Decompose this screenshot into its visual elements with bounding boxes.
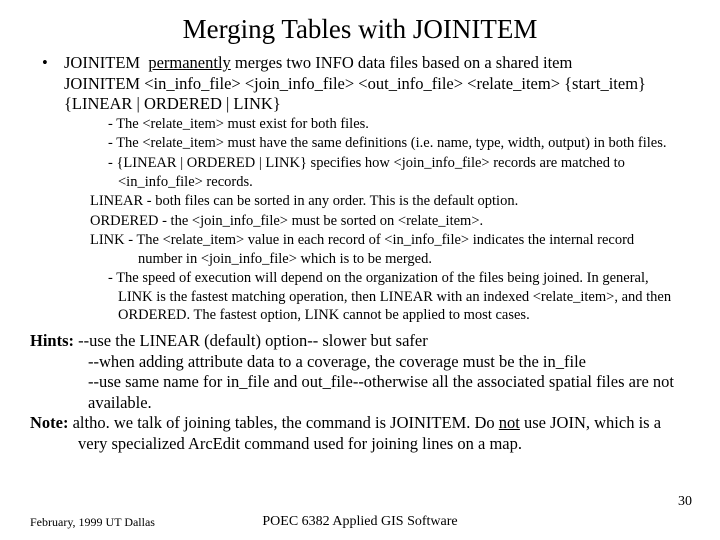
page-title: Merging Tables with JOINITEM xyxy=(30,14,690,45)
option-link: LINK - The <relate_item> value in each r… xyxy=(90,231,680,268)
page-number: 30 xyxy=(678,494,692,510)
syntax-line: JOINITEM <in_info_file> <join_info_file>… xyxy=(64,74,690,115)
permanently-word: permanently xyxy=(148,53,230,72)
note-3: - {LINEAR | ORDERED | LINK} specifies ho… xyxy=(90,154,680,191)
option-linear: LINEAR - both files can be sorted in any… xyxy=(90,192,680,211)
note-text-a: altho. we talk of joining tables, the co… xyxy=(68,413,498,432)
note-label: Note: xyxy=(30,413,68,432)
bullet-dot: • xyxy=(42,53,64,74)
note-line: Note: altho. we talk of joining tables, … xyxy=(30,413,690,454)
hints-label: Hints: xyxy=(30,331,74,350)
hint-1: Hints: --use the LINEAR (default) option… xyxy=(30,331,690,352)
joinitem-word: JOINITEM xyxy=(64,53,140,72)
note-4: - The speed of execution will depend on … xyxy=(90,269,680,325)
hints-block: Hints: --use the LINEAR (default) option… xyxy=(30,331,690,455)
hint-3-text: --use same name for in_file and out_file… xyxy=(88,372,674,412)
option-ordered: ORDERED - the <join_info_file> must be s… xyxy=(90,212,680,231)
slide: Merging Tables with JOINITEM • JOINITEM … xyxy=(0,0,720,540)
hint-3: --use same name for in_file and out_file… xyxy=(30,372,690,413)
hint-1-text: --use the LINEAR (default) option-- slow… xyxy=(78,331,428,350)
line1-rest: merges two INFO data files based on a sh… xyxy=(231,53,573,72)
note-not: not xyxy=(499,413,520,432)
footer: February, 1999 UT Dallas POEC 6382 Appli… xyxy=(30,515,690,530)
level1-bullet: • JOINITEM permanently merges two INFO d… xyxy=(42,53,690,115)
note-1: - The <relate_item> must exist for both … xyxy=(90,115,680,134)
footer-center: POEC 6382 Applied GIS Software xyxy=(30,514,690,530)
note-2: - The <relate_item> must have the same d… xyxy=(90,134,680,153)
hint-2: --when adding attribute data to a covera… xyxy=(30,352,690,373)
option-link-text: LINK - The <relate_item> value in each r… xyxy=(90,231,680,268)
level1-body: JOINITEM permanently merges two INFO dat… xyxy=(64,53,690,115)
level2-notes: - The <relate_item> must exist for both … xyxy=(90,115,680,325)
